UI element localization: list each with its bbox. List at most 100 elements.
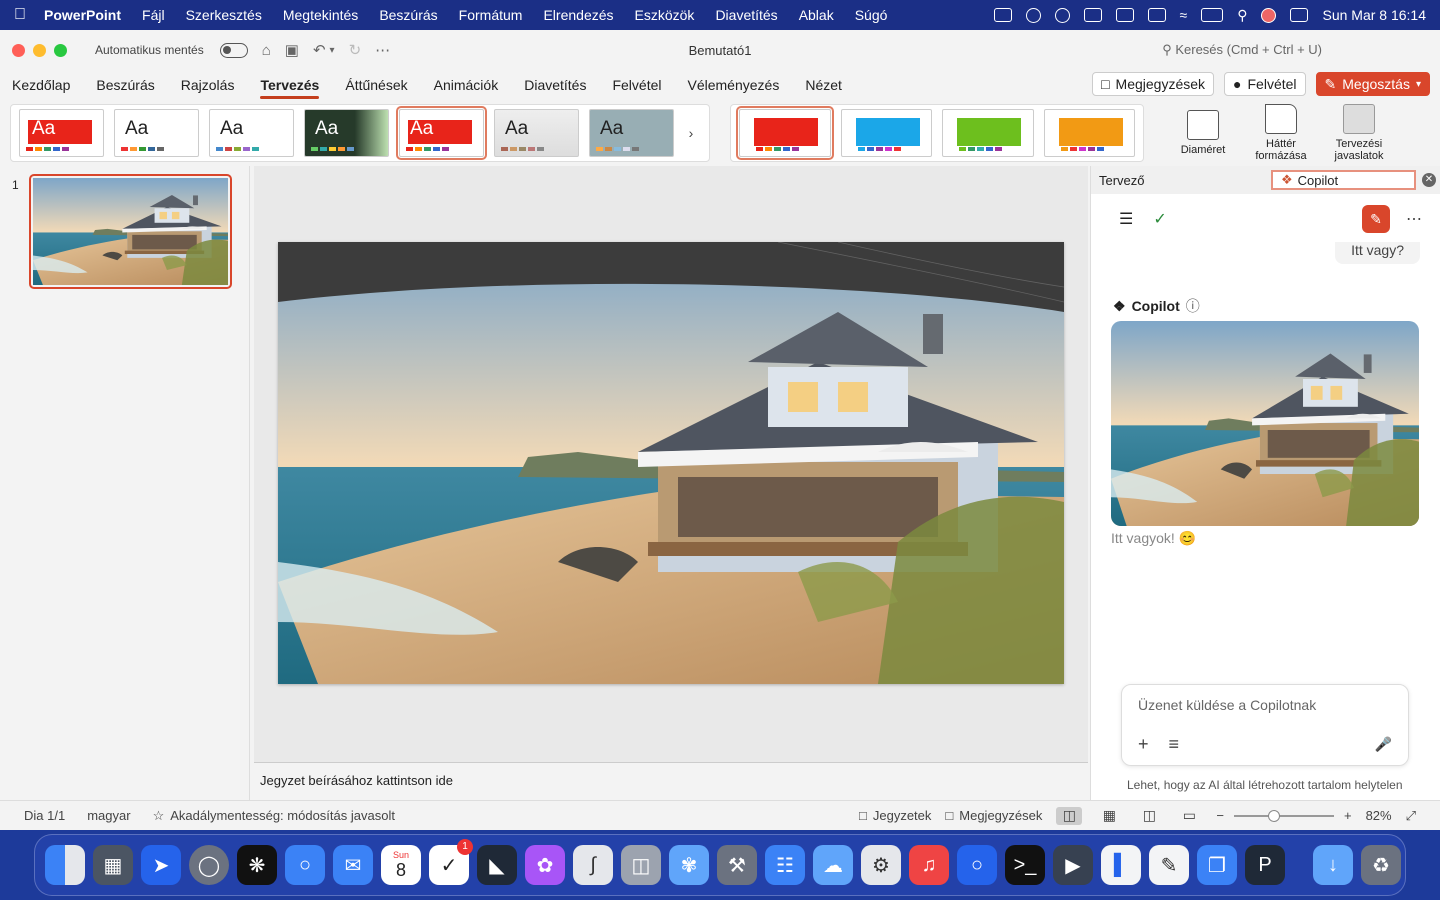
- language-indicator[interactable]: magyar: [87, 808, 130, 823]
- zoom-slider[interactable]: [1233, 809, 1334, 822]
- more-options-icon[interactable]: ⋯: [1406, 209, 1422, 229]
- shield-icon[interactable]: ✓: [1153, 209, 1166, 229]
- copy-app-icon[interactable]: ❐: [1197, 845, 1237, 885]
- menu-icon[interactable]: ☰: [1119, 209, 1133, 229]
- tab-transitions[interactable]: Áttűnések: [345, 73, 407, 97]
- message-composer[interactable]: Üzenet küldése a Copilotnak + ≡ 🎤: [1121, 684, 1409, 766]
- new-chat-button[interactable]: ✎: [1362, 205, 1390, 233]
- menu-arrange[interactable]: Elrendezés: [543, 7, 613, 23]
- save-icon[interactable]: ▣: [285, 41, 299, 59]
- apple-icon[interactable]: : [14, 6, 26, 24]
- av-icon[interactable]: [1025, 7, 1041, 23]
- tab-insert[interactable]: Beszúrás: [96, 73, 154, 97]
- theme-thumbnail[interactable]: Aa: [494, 109, 579, 157]
- normal-view-button[interactable]: ◫: [1056, 806, 1083, 825]
- minimize-window-button[interactable]: [33, 43, 46, 57]
- theme-thumbnail[interactable]: Aa: [114, 109, 199, 157]
- zoom-slider-knob[interactable]: [1267, 809, 1280, 822]
- tab-draw[interactable]: Rajzolás: [181, 73, 235, 97]
- notes-app-icon[interactable]: ◣: [477, 845, 517, 885]
- search-icon[interactable]: ⚲: [1237, 7, 1247, 24]
- slide-size-button[interactable]: Diaméret: [1168, 110, 1238, 156]
- theme-thumbnail[interactable]: Aa: [19, 109, 104, 157]
- tab-home[interactable]: Kezdőlap: [12, 73, 70, 97]
- tool-icon[interactable]: [1147, 8, 1166, 22]
- search-box[interactable]: ⚲ Keresés (Cmd + Ctrl + U): [1162, 42, 1322, 58]
- archive-utility-icon[interactable]: ◫: [621, 845, 661, 885]
- undo-icon[interactable]: ↶: [313, 41, 326, 59]
- messages-icon[interactable]: ○: [285, 845, 325, 885]
- disk-utility-icon[interactable]: ⚙: [861, 845, 901, 885]
- finder-icon[interactable]: [45, 845, 85, 885]
- tab-view[interactable]: Nézet: [805, 73, 842, 97]
- record-button[interactable]: ● Felvétel: [1224, 72, 1306, 96]
- calendar-icon[interactable]: Sun 8: [381, 845, 421, 885]
- control-center-icon[interactable]: [1290, 8, 1309, 22]
- textedit-icon[interactable]: ✎: [1149, 845, 1189, 885]
- downloads-folder-icon[interactable]: ↓: [1313, 845, 1353, 885]
- theme-thumbnail[interactable]: Aa: [304, 109, 389, 157]
- tab-copilot[interactable]: ❖ Copilot: [1271, 170, 1416, 190]
- butterfly-app-icon[interactable]: ✾: [669, 845, 709, 885]
- menu-app-name[interactable]: PowerPoint: [44, 7, 121, 23]
- keyboard-icon[interactable]: [1115, 8, 1134, 22]
- music-icon[interactable]: ♫: [909, 845, 949, 885]
- weather-icon[interactable]: ☁: [813, 845, 853, 885]
- variant-red[interactable]: [736, 106, 834, 160]
- comments-button[interactable]: □ Megjegyzések: [1092, 72, 1215, 96]
- autosave-toggle[interactable]: [219, 42, 248, 58]
- tab-slideshow[interactable]: Diavetítés: [524, 73, 586, 97]
- clock[interactable]: Sun Mar 8 16:14: [1322, 7, 1426, 23]
- generated-image[interactable]: [1111, 321, 1419, 526]
- tab-animations[interactable]: Animációk: [434, 73, 499, 97]
- variant-blue[interactable]: [840, 109, 932, 157]
- powerpoint-dock-icon[interactable]: P: [1245, 845, 1285, 885]
- close-icon[interactable]: ✕: [1422, 173, 1436, 187]
- menu-window[interactable]: Ablak: [799, 7, 834, 23]
- charts-icon[interactable]: ▌: [1101, 845, 1141, 885]
- menu-edit[interactable]: Szerkesztés: [186, 7, 262, 23]
- photos-icon[interactable]: ✿: [525, 845, 565, 885]
- tab-review[interactable]: Véleményezés: [688, 73, 780, 97]
- tab-designer[interactable]: Tervező: [1091, 173, 1153, 188]
- slide-thumbnail[interactable]: [29, 174, 232, 289]
- at-icon[interactable]: [1054, 7, 1070, 23]
- theme-thumbnail-selected[interactable]: Aa: [396, 106, 487, 160]
- launchpad-icon[interactable]: ▦: [93, 845, 133, 885]
- accessibility-checker[interactable]: ☆ Akadálymentesség: módosítás javasolt: [153, 808, 395, 824]
- notes-toggle[interactable]: □ Jegyzetek: [859, 808, 931, 823]
- network-icon[interactable]: ☷: [765, 845, 805, 885]
- chatgpt-icon[interactable]: ❋: [237, 845, 277, 885]
- home-icon[interactable]: ⌂: [262, 42, 271, 59]
- variant-green[interactable]: [942, 109, 1034, 157]
- fit-to-window-icon[interactable]: ⤢: [1406, 808, 1416, 824]
- more-icon[interactable]: ⋯: [375, 41, 390, 59]
- menu-slideshow[interactable]: Diavetítés: [715, 7, 777, 23]
- terminal-icon[interactable]: >_: [1005, 845, 1045, 885]
- wifi-icon[interactable]: ≈: [1180, 7, 1188, 23]
- trash-icon[interactable]: ♻: [1361, 845, 1401, 885]
- undo-dropdown-icon[interactable]: ▾: [330, 45, 335, 56]
- menu-tools[interactable]: Eszközök: [635, 7, 695, 23]
- battery-icon[interactable]: [1201, 8, 1224, 22]
- reminders-icon[interactable]: ✓ 1: [429, 839, 473, 885]
- reading-view-button[interactable]: ◫: [1136, 807, 1162, 825]
- chat-app-icon[interactable]: ○: [957, 845, 997, 885]
- zoom-window-button[interactable]: [54, 43, 67, 57]
- screen-icon[interactable]: [993, 8, 1012, 22]
- slide-canvas[interactable]: [278, 242, 1064, 684]
- sliders-icon[interactable]: ≡: [1169, 734, 1180, 755]
- chrome-icon[interactable]: ◯: [189, 845, 229, 885]
- system-utility-icon[interactable]: ⚒: [717, 845, 757, 885]
- plus-icon[interactable]: +: [1138, 734, 1149, 755]
- freeform-icon[interactable]: ∫: [573, 845, 613, 885]
- screen-recorder-icon[interactable]: ▶: [1053, 845, 1093, 885]
- menu-format[interactable]: Formátum: [459, 7, 523, 23]
- theme-thumbnail[interactable]: Aa: [209, 109, 294, 157]
- menu-file[interactable]: Fájl: [142, 7, 165, 23]
- zoom-in-button[interactable]: +: [1344, 808, 1352, 823]
- comments-toggle[interactable]: □ Megjegyzések: [945, 808, 1042, 823]
- slide-sorter-button[interactable]: ▦: [1096, 807, 1122, 825]
- tab-record[interactable]: Felvétel: [612, 73, 661, 97]
- theme-thumbnail[interactable]: Aa: [589, 109, 674, 157]
